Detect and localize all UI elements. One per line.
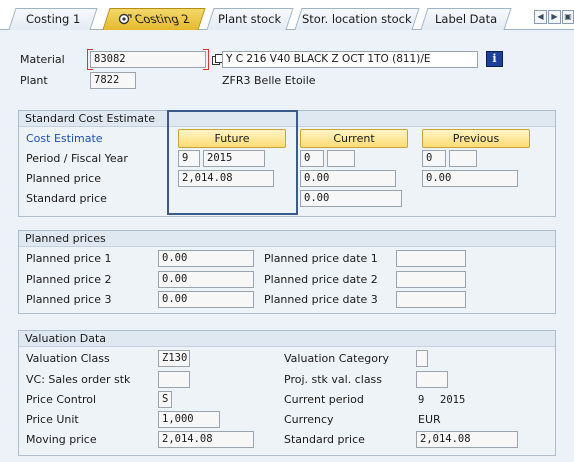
tab-costing-2[interactable]: Costing 2	[102, 8, 206, 30]
tab-stor-location-stock[interactable]: Stor. location stock	[294, 8, 420, 30]
moving-price-field[interactable]: 2,014.08	[158, 431, 254, 448]
material-description-field: Y C 216 V40 BLACK Z OCT 1TO (811)/E	[222, 51, 478, 68]
tab-costing-1[interactable]: Costing 1	[8, 8, 98, 30]
current-period-field[interactable]: 0	[300, 150, 324, 167]
tab-bar: Costing 1 Costing 2 Plant stock Stor. lo…	[0, 0, 574, 30]
valuation-category-label: Valuation Category	[284, 352, 389, 365]
previous-period-field[interactable]: 0	[422, 150, 446, 167]
content-pane: Material 83082 Y C 216 V40 BLACK Z OCT 1…	[0, 30, 574, 462]
material-required-marker	[203, 49, 209, 70]
current-period-value: 9	[418, 394, 425, 406]
current-period-label: Current period	[284, 393, 364, 406]
planned-price-date-1-label: Planned price date 1	[264, 252, 378, 265]
period-fiscal-year-label: Period / Fiscal Year	[26, 152, 128, 165]
valuation-category-field[interactable]	[416, 350, 428, 367]
valuation-class-label: Valuation Class	[26, 352, 110, 365]
previous-year-field[interactable]	[449, 150, 477, 167]
previous-planned-price-field[interactable]: 0.00	[422, 170, 518, 187]
currency-label: Currency	[284, 413, 334, 426]
future-highlight-frame	[167, 110, 298, 215]
price-unit-label: Price Unit	[26, 413, 79, 426]
current-button[interactable]: Current	[300, 129, 408, 148]
group-title: Valuation Data	[19, 331, 555, 347]
valuation-standard-price-field[interactable]: 2,014.08	[416, 431, 518, 448]
valuation-class-field[interactable]: Z130	[158, 350, 190, 367]
tab-scroll-right-button[interactable]: ▶	[548, 10, 561, 24]
material-required-marker	[87, 49, 93, 70]
tab-plant-stock[interactable]: Plant stock	[206, 8, 294, 30]
cost-estimate-link[interactable]: Cost Estimate	[26, 131, 103, 147]
current-year-value: 2015	[440, 394, 466, 406]
previous-button[interactable]: Previous	[422, 129, 530, 148]
planned-price-date-2-field[interactable]	[396, 271, 466, 288]
tab-label: Costing 2	[133, 12, 192, 26]
tab-label: Stor. location stock	[302, 12, 412, 26]
tab-label: Plant stock	[218, 12, 282, 26]
tab-list-button[interactable]: ▣	[562, 10, 574, 24]
planned-price-label: Planned price	[26, 172, 101, 185]
standard-price-label: Standard price	[26, 192, 107, 205]
current-standard-price-field[interactable]: 0.00	[300, 190, 402, 207]
planned-price-1-label: Planned price 1	[26, 252, 112, 265]
planned-price-1-field[interactable]: 0.00	[158, 250, 254, 267]
price-control-label: Price Control	[26, 393, 97, 406]
planned-price-date-3-field[interactable]	[396, 291, 466, 308]
planned-price-2-label: Planned price 2	[26, 273, 112, 286]
planned-price-date-1-field[interactable]	[396, 250, 466, 267]
planned-price-2-field[interactable]: 0.00	[158, 271, 254, 288]
plant-description: ZFR3 Belle Etoile	[222, 74, 316, 87]
tab-label: Label Data	[434, 12, 498, 26]
valuation-standard-price-label: Standard price	[284, 433, 365, 446]
tab-label-data[interactable]: Label Data	[420, 8, 512, 30]
planned-price-date-2-label: Planned price date 2	[264, 273, 378, 286]
material-field[interactable]: 83082	[90, 51, 206, 68]
proj-stk-val-class-label: Proj. stk val. class	[284, 373, 383, 386]
current-year-field[interactable]	[327, 150, 355, 167]
vc-sales-order-stk-label: VC: Sales order stk	[26, 373, 131, 386]
material-label: Material	[20, 53, 65, 66]
planned-price-date-3-label: Planned price date 3	[264, 293, 378, 306]
plant-field[interactable]: 7822	[90, 72, 136, 89]
price-unit-field[interactable]: 1,000	[158, 411, 220, 428]
costing-icon	[119, 13, 132, 25]
proj-stk-val-class-field[interactable]	[416, 371, 448, 388]
plant-label: Plant	[20, 74, 48, 87]
currency-value: EUR	[418, 413, 441, 426]
planned-price-3-field[interactable]: 0.00	[158, 291, 254, 308]
moving-price-label: Moving price	[26, 433, 97, 446]
current-planned-price-field[interactable]: 0.00	[300, 170, 396, 187]
group-title: Planned prices	[19, 231, 555, 247]
vc-sales-order-stk-field[interactable]	[158, 371, 190, 388]
info-icon[interactable]: i	[486, 51, 503, 67]
planned-price-3-label: Planned price 3	[26, 293, 112, 306]
price-control-field[interactable]: S	[158, 391, 172, 408]
tab-label: Costing 1	[25, 12, 81, 26]
tab-scroll-left-button[interactable]: ◀	[534, 10, 547, 24]
